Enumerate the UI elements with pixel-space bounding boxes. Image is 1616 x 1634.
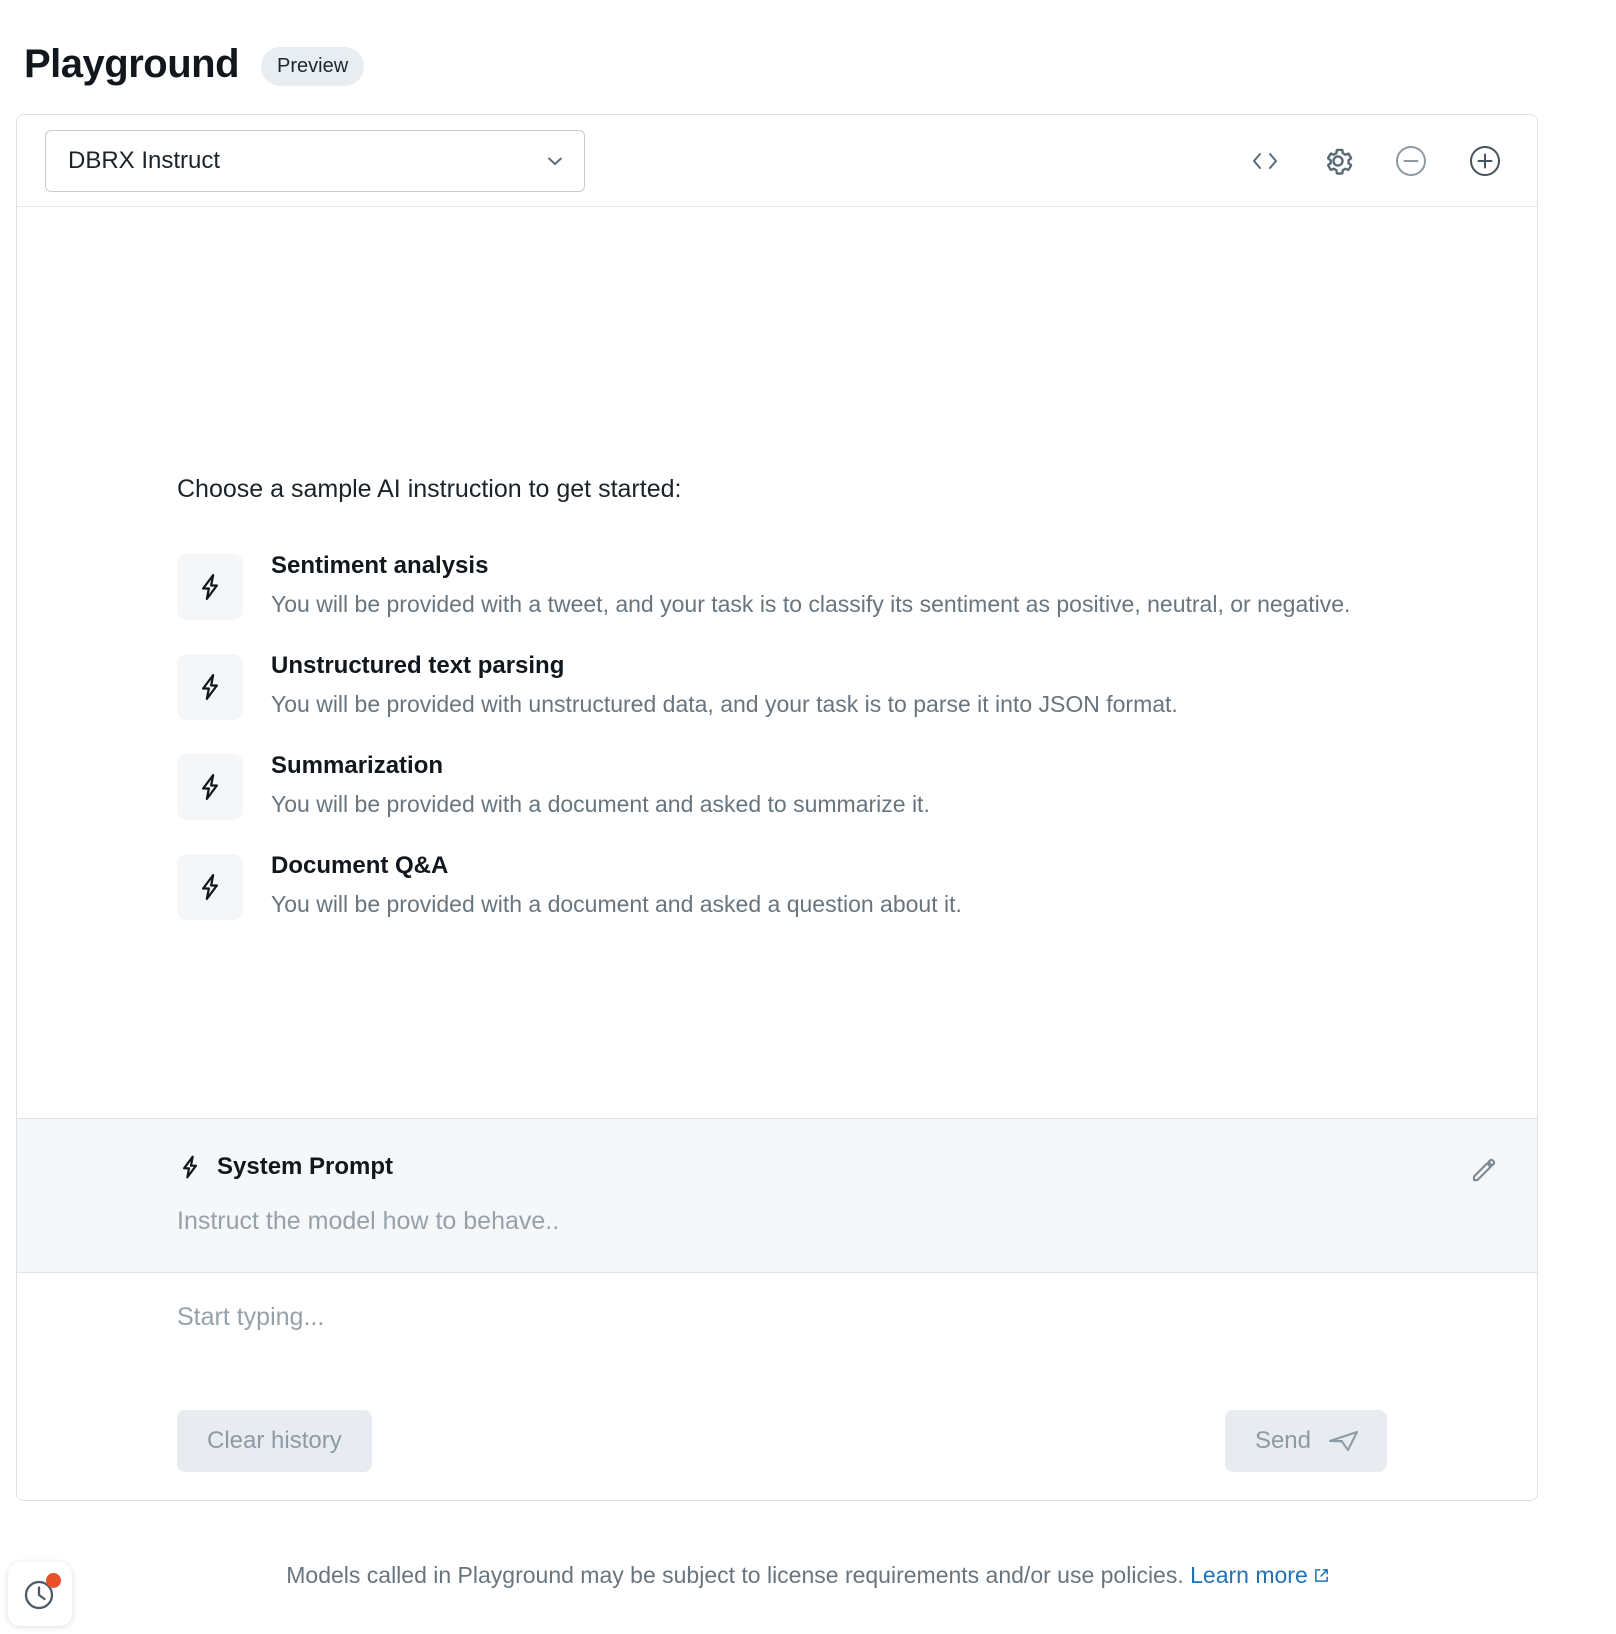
page-header: Playground Preview bbox=[0, 0, 1616, 96]
sample-item[interactable]: Summarization You will be provided with … bbox=[177, 750, 1377, 820]
sample-text: Document Q&A You will be provided with a… bbox=[271, 850, 962, 920]
sample-title: Sentiment analysis bbox=[271, 552, 489, 579]
sample-description: You will be provided with a document and… bbox=[271, 890, 962, 917]
playground-panel: DBRX Instruct Choose a sample AI instruc… bbox=[16, 114, 1538, 1501]
footer-text: Models called in Playground may be subje… bbox=[286, 1562, 1330, 1590]
footer: Models called in Playground may be subje… bbox=[0, 1517, 1616, 1634]
system-prompt-input[interactable]: Instruct the model how to behave.. bbox=[177, 1207, 1507, 1236]
composer-section: Start typing... Clear history Send bbox=[17, 1272, 1537, 1500]
model-select[interactable]: DBRX Instruct bbox=[45, 129, 585, 192]
system-prompt-title: System Prompt bbox=[217, 1153, 394, 1180]
lightning-bolt-icon bbox=[177, 754, 243, 820]
lightning-bolt-icon bbox=[177, 854, 243, 920]
sample-description: You will be provided with a document and… bbox=[271, 790, 930, 817]
clock-icon bbox=[20, 1573, 61, 1614]
gear-icon[interactable] bbox=[1321, 144, 1355, 178]
learn-more-link[interactable]: Learn more bbox=[1190, 1562, 1330, 1588]
sample-item[interactable]: Document Q&A You will be provided with a… bbox=[177, 850, 1377, 920]
code-icon[interactable] bbox=[1247, 148, 1283, 174]
lightning-bolt-icon bbox=[177, 1154, 203, 1180]
system-prompt-section[interactable]: System Prompt Instruct the model how to … bbox=[17, 1118, 1537, 1272]
minus-circle-icon[interactable] bbox=[1393, 143, 1429, 179]
preview-badge: Preview bbox=[261, 46, 365, 86]
paper-plane-icon bbox=[1327, 1426, 1361, 1456]
samples-heading: Choose a sample AI instruction to get st… bbox=[177, 475, 682, 503]
edit-pencil-icon[interactable] bbox=[1467, 1153, 1501, 1187]
playground-page: Playground Preview DBRX Instruct Choose … bbox=[0, 0, 1616, 1634]
sample-title: Summarization bbox=[271, 752, 444, 779]
clear-history-button[interactable]: Clear history bbox=[177, 1410, 372, 1472]
footer-message: Models called in Playground may be subje… bbox=[286, 1561, 1184, 1588]
sample-description: You will be provided with unstructured d… bbox=[271, 690, 1178, 717]
external-link-icon bbox=[1313, 1563, 1330, 1590]
sample-title: Document Q&A bbox=[271, 852, 449, 879]
history-fab-button[interactable] bbox=[8, 1562, 72, 1626]
toolbar-actions bbox=[1247, 143, 1509, 179]
message-input[interactable]: Start typing... bbox=[177, 1303, 1507, 1332]
samples-wrapper: Choose a sample AI instruction to get st… bbox=[17, 207, 1537, 920]
composer-actions: Clear history Send bbox=[177, 1410, 1387, 1472]
lightning-bolt-icon bbox=[177, 654, 243, 720]
system-prompt-header: System Prompt bbox=[177, 1153, 1507, 1181]
sample-title: Unstructured text parsing bbox=[271, 652, 565, 679]
send-button[interactable]: Send bbox=[1224, 1410, 1387, 1472]
page-title: Playground bbox=[24, 42, 240, 86]
sample-text: Sentiment analysis You will be provided … bbox=[271, 550, 1350, 620]
sample-text: Summarization You will be provided with … bbox=[271, 750, 930, 820]
plus-circle-icon[interactable] bbox=[1467, 143, 1503, 179]
send-button-label: Send bbox=[1254, 1427, 1311, 1454]
sample-item[interactable]: Sentiment analysis You will be provided … bbox=[177, 550, 1377, 620]
lightning-bolt-icon bbox=[177, 554, 243, 620]
sample-item[interactable]: Unstructured text parsing You will be pr… bbox=[177, 650, 1377, 720]
chevron-down-icon bbox=[544, 150, 566, 172]
panel-toolbar: DBRX Instruct bbox=[17, 115, 1537, 207]
sample-text: Unstructured text parsing You will be pr… bbox=[271, 650, 1178, 720]
model-select-value: DBRX Instruct bbox=[68, 146, 221, 174]
learn-more-label: Learn more bbox=[1190, 1561, 1308, 1588]
samples-list: Sentiment analysis You will be provided … bbox=[177, 550, 1537, 920]
conversation-area: Choose a sample AI instruction to get st… bbox=[17, 207, 1537, 1118]
sample-description: You will be provided with a tweet, and y… bbox=[271, 590, 1351, 617]
notification-dot bbox=[46, 1573, 61, 1588]
